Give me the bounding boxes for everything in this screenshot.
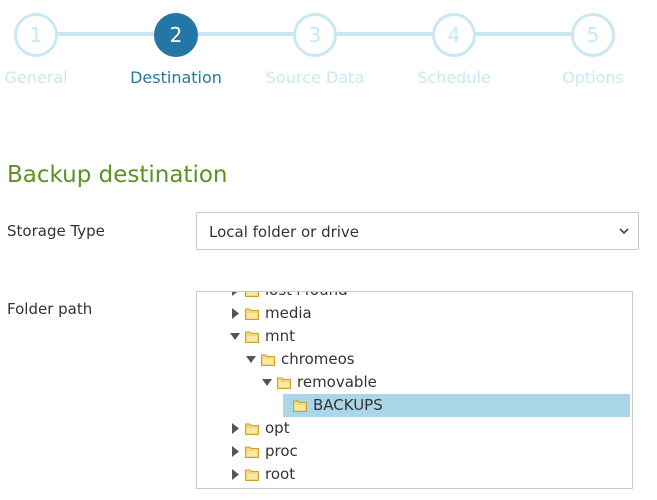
step-number: 2 (154, 13, 198, 57)
folder-icon (261, 354, 275, 366)
tree-item-label: chromeos (281, 350, 355, 368)
folder-icon (245, 292, 259, 297)
storage-type-label: Storage Type (7, 222, 105, 240)
section-title: Backup destination (7, 162, 228, 188)
triangle-down-icon[interactable] (262, 377, 272, 388)
tree-item[interactable]: mnt (197, 325, 632, 348)
tree-item[interactable]: proc (197, 440, 632, 463)
tree-item-label: root (265, 465, 296, 483)
chevron-down-icon (619, 228, 629, 235)
storage-type-value: Local folder or drive (209, 223, 360, 241)
tree-item-label: mnt (265, 327, 295, 345)
step-options[interactable]: 5 Options (523, 0, 657, 87)
tree-item-label: removable (297, 373, 377, 391)
tree-item[interactable]: removable (197, 371, 632, 394)
triangle-right-icon[interactable] (230, 291, 240, 296)
wizard-stepper: 1 General 2 Destination 3 Source Data 4 … (0, 0, 657, 100)
folder-icon (245, 446, 259, 458)
step-general[interactable]: 1 General (0, 0, 106, 87)
triangle-right-icon[interactable] (230, 308, 240, 319)
tree-item[interactable]: chromeos (197, 348, 632, 371)
folder-icon (277, 377, 291, 389)
triangle-right-icon[interactable] (230, 446, 240, 457)
step-number: 1 (14, 13, 58, 57)
tree-item[interactable]: opt (197, 417, 632, 440)
triangle-down-icon[interactable] (246, 354, 256, 365)
step-source-data[interactable]: 3 Source Data (245, 0, 385, 87)
triangle-right-icon[interactable] (230, 469, 240, 480)
triangle-right-icon[interactable] (230, 423, 240, 434)
folder-icon (293, 400, 307, 412)
step-schedule[interactable]: 4 Schedule (384, 0, 524, 87)
folder-icon (245, 423, 259, 435)
step-label: General (4, 68, 68, 87)
step-number: 3 (293, 13, 337, 57)
tree-item-label: media (265, 304, 312, 322)
step-number: 4 (432, 13, 476, 57)
step-label: Destination (130, 68, 222, 87)
triangle-down-icon[interactable] (230, 331, 240, 342)
tree-item[interactable]: BACKUPS (197, 394, 632, 417)
folder-icon (245, 308, 259, 320)
step-destination[interactable]: 2 Destination (106, 0, 246, 87)
storage-type-select[interactable]: Local folder or drive (196, 212, 639, 250)
step-number: 5 (571, 13, 615, 57)
folder-tree[interactable]: lost+found media mnt chromeos removable BACKU… (196, 291, 633, 489)
step-label: Source Data (265, 68, 365, 87)
tree-item-label: BACKUPS (313, 396, 383, 414)
folder-icon (245, 469, 259, 481)
tree-item[interactable]: media (197, 302, 632, 325)
tree-item-label: proc (265, 442, 298, 460)
step-label: Schedule (417, 68, 491, 87)
folder-icon (245, 331, 259, 343)
folder-path-label: Folder path (7, 300, 93, 318)
tree-item-label: opt (265, 419, 290, 437)
tree-item[interactable]: root (197, 463, 632, 486)
step-label: Options (562, 68, 624, 87)
tree-item-label: lost+found (265, 292, 348, 299)
tree-item[interactable]: lost+found (197, 291, 632, 302)
